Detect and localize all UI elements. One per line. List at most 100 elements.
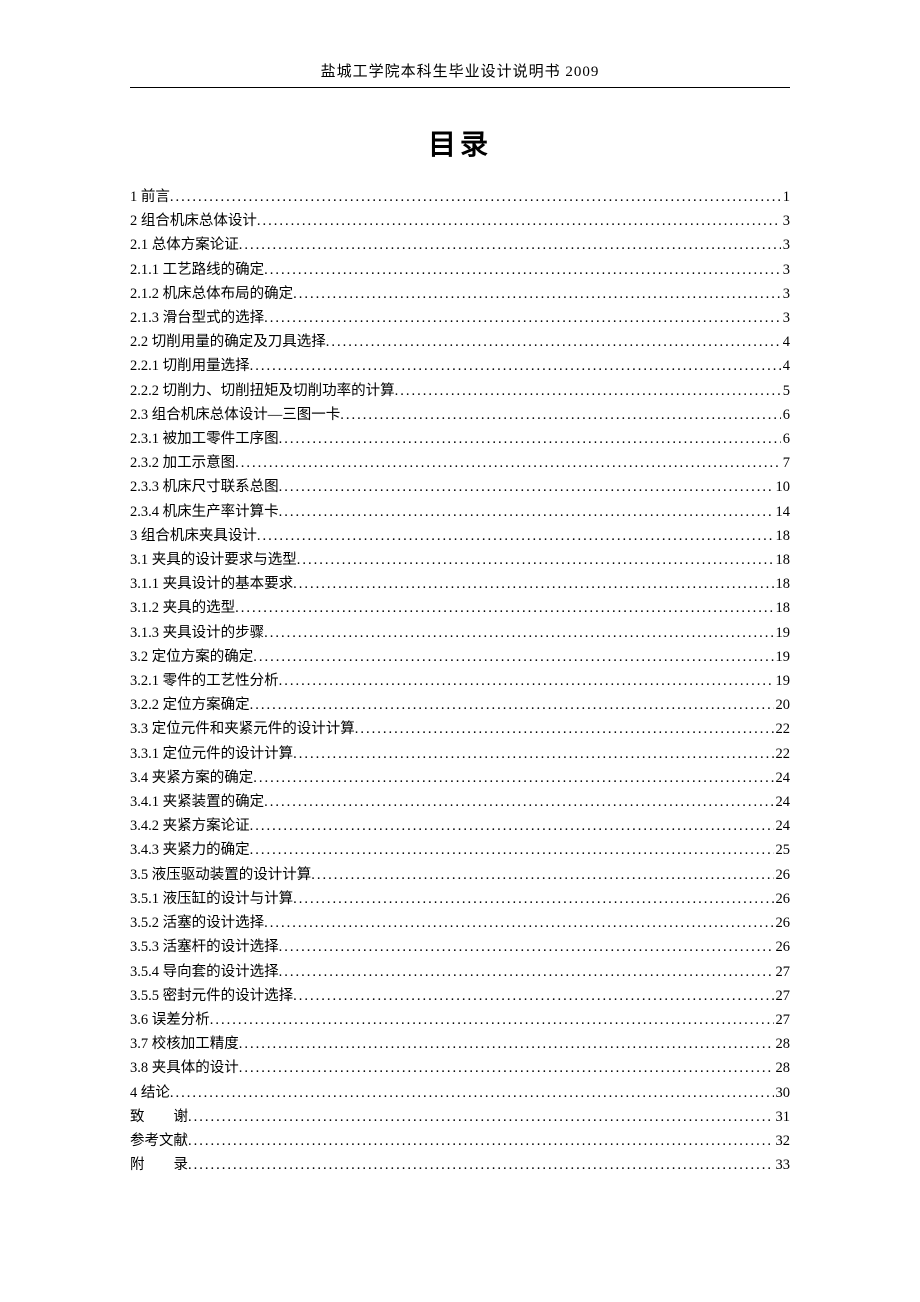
- toc-leader-dots: [239, 1032, 774, 1056]
- toc-entry-page: 4: [781, 330, 790, 354]
- toc-entry-label: 3.1.2 夹具的选型: [130, 596, 235, 620]
- toc-entry-page: 28: [774, 1056, 791, 1080]
- toc-entry-page: 18: [774, 572, 791, 596]
- toc-entry-page: 27: [774, 1008, 791, 1032]
- toc-leader-dots: [239, 1056, 774, 1080]
- page-header: 盐城工学院本科生毕业设计说明书 2009: [130, 60, 790, 88]
- toc-entry: 3.4.2 夹紧方案论证24: [130, 814, 790, 838]
- toc-entry-label: 3.4 夹紧方案的确定: [130, 766, 253, 790]
- toc-entry: 3.5.3 活塞杆的设计选择26: [130, 935, 790, 959]
- toc-entry: 4 结论 30: [130, 1081, 790, 1105]
- toc-entry-label: 3 组合机床夹具设计: [130, 524, 257, 548]
- toc-leader-dots: [250, 693, 774, 717]
- toc-entry-page: 19: [774, 645, 791, 669]
- toc-entry-page: 22: [774, 742, 791, 766]
- toc-leader-dots: [264, 306, 781, 330]
- toc-entry-label: 2.2.2 切削力、切削扭矩及切削功率的计算: [130, 379, 395, 403]
- toc-entry-page: 3: [781, 258, 790, 282]
- toc-entry: 3.5.4 导向套的设计选择 27: [130, 960, 790, 984]
- toc-entry: 3.8 夹具体的设计28: [130, 1056, 790, 1080]
- toc-entry: 3.1.1 夹具设计的基本要求18: [130, 572, 790, 596]
- toc-entry-page: 30: [774, 1081, 791, 1105]
- toc-entry-label: 3.7 校核加工精度: [130, 1032, 239, 1056]
- toc-entry-page: 5: [781, 379, 790, 403]
- toc-entry-page: 26: [774, 887, 791, 911]
- toc-entry-page: 7: [781, 451, 790, 475]
- toc-entry-page: 6: [781, 427, 790, 451]
- toc-leader-dots: [293, 984, 773, 1008]
- toc-entry-label: 3.4.3 夹紧力的确定: [130, 838, 250, 862]
- toc-leader-dots: [355, 717, 774, 741]
- toc-entry-label: 3.2 定位方案的确定: [130, 645, 253, 669]
- toc-entry-page: 19: [774, 621, 791, 645]
- toc-leader-dots: [311, 863, 773, 887]
- toc-leader-dots: [257, 524, 774, 548]
- toc-leader-dots: [293, 282, 781, 306]
- toc-entry-label: 2.3.1 被加工零件工序图: [130, 427, 279, 451]
- toc-leader-dots: [235, 596, 773, 620]
- toc-entry: 2.1 总体方案论证 3: [130, 233, 790, 257]
- toc-entry-label: 2.1 总体方案论证: [130, 233, 239, 257]
- toc-entry-label: 3.5 液压驱动装置的设计计算: [130, 863, 311, 887]
- toc-entry: 附 录33: [130, 1153, 790, 1177]
- toc-entry: 2 组合机床总体设计3: [130, 209, 790, 233]
- toc-leader-dots: [279, 427, 781, 451]
- toc-entry-label: 3.4.2 夹紧方案论证: [130, 814, 250, 838]
- toc-leader-dots: [279, 500, 774, 524]
- toc-entry: 2.3.2 加工示意图 7: [130, 451, 790, 475]
- toc-entry: 3.2 定位方案的确定 19: [130, 645, 790, 669]
- toc-entry: 2.3.1 被加工零件工序图 6: [130, 427, 790, 451]
- toc-entry-label: 2.3 组合机床总体设计—三图一卡: [130, 403, 340, 427]
- toc-leader-dots: [170, 185, 781, 209]
- toc-entry-page: 4: [781, 354, 790, 378]
- toc-entry-page: 26: [774, 863, 791, 887]
- toc-entry-label: 3.2.1 零件的工艺性分析: [130, 669, 279, 693]
- toc-entry-page: 3: [781, 233, 790, 257]
- toc-entry-label: 3.1.3 夹具设计的步骤: [130, 621, 264, 645]
- toc-entry-page: 32: [774, 1129, 791, 1153]
- toc-leader-dots: [250, 354, 781, 378]
- toc-entry-page: 18: [774, 548, 791, 572]
- toc-entry: 3.3.1 定位元件的设计计算22: [130, 742, 790, 766]
- toc-entry-page: 24: [774, 790, 791, 814]
- toc-leader-dots: [264, 621, 773, 645]
- toc-entry: 3.5.2 活塞的设计选择26: [130, 911, 790, 935]
- toc-leader-dots: [239, 233, 781, 257]
- toc-entry: 3.2.2 定位方案确定 20: [130, 693, 790, 717]
- toc-entry-label: 3.5.1 液压缸的设计与计算: [130, 887, 293, 911]
- toc-entry: 2.3.4 机床生产率计算卡14: [130, 500, 790, 524]
- toc-leader-dots: [293, 887, 773, 911]
- toc-entry-page: 19: [774, 669, 791, 693]
- toc-entry-page: 20: [774, 693, 791, 717]
- toc-entry-label: 3.4.1 夹紧装置的确定: [130, 790, 264, 814]
- toc-leader-dots: [264, 258, 781, 282]
- toc-leader-dots: [293, 742, 773, 766]
- toc-leader-dots: [257, 209, 781, 233]
- toc-entry-label: 2.2 切削用量的确定及刀具选择: [130, 330, 326, 354]
- toc-entry-label: 3.5.5 密封元件的设计选择: [130, 984, 293, 1008]
- toc-title: 目录: [130, 123, 790, 163]
- toc-entry-label: 参考文献: [130, 1129, 188, 1153]
- toc-entry-page: 3: [781, 306, 790, 330]
- toc-entry-label: 3.5.4 导向套的设计选择: [130, 960, 279, 984]
- toc-entry-page: 27: [774, 960, 791, 984]
- toc-entry: 3.6 误差分析27: [130, 1008, 790, 1032]
- toc-entry-label: 2.3.4 机床生产率计算卡: [130, 500, 279, 524]
- toc-entry: 2.2.2 切削力、切削扭矩及切削功率的计算 5: [130, 379, 790, 403]
- toc-entry-label: 3.2.2 定位方案确定: [130, 693, 250, 717]
- toc-entry-page: 24: [774, 766, 791, 790]
- toc-entry: 3.5 液压驱动装置的设计计算 26: [130, 863, 790, 887]
- toc-leader-dots: [279, 960, 774, 984]
- toc-entry-label: 2.2.1 切削用量选择: [130, 354, 250, 378]
- toc-entry: 3.3 定位元件和夹紧元件的设计计算22: [130, 717, 790, 741]
- toc-leader-dots: [250, 814, 774, 838]
- toc-entry: 2.1.1 工艺路线的确定3: [130, 258, 790, 282]
- toc-entry-label: 2.3.2 加工示意图: [130, 451, 235, 475]
- toc-entry-label: 4 结论: [130, 1081, 170, 1105]
- toc-leader-dots: [253, 766, 773, 790]
- toc-leader-dots: [340, 403, 781, 427]
- toc-entry-label: 2.1.3 滑台型式的选择: [130, 306, 264, 330]
- toc-leader-dots: [279, 669, 774, 693]
- toc-leader-dots: [253, 645, 773, 669]
- toc-entry-page: 27: [774, 984, 791, 1008]
